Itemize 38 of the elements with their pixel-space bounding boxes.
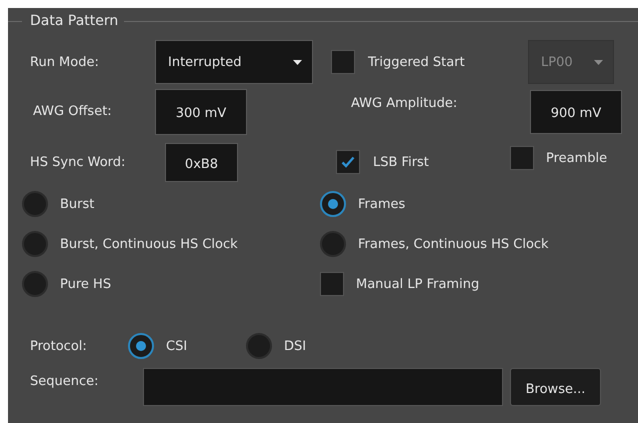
hs-sync-word-field[interactable]: 0xB8 xyxy=(165,142,238,182)
run-mode-dropdown[interactable]: Interrupted xyxy=(155,40,313,84)
checkbox[interactable] xyxy=(336,150,360,174)
radio-button[interactable] xyxy=(128,333,154,359)
check-icon xyxy=(341,156,355,168)
radio-button[interactable] xyxy=(22,231,48,257)
label: Burst, Continuous HS Clock xyxy=(60,236,238,252)
awg-amplitude-field[interactable]: 900 mV xyxy=(530,90,622,134)
label: Frames xyxy=(358,196,406,212)
radio-button[interactable] xyxy=(22,191,48,217)
label: HS Sync Word: xyxy=(30,154,126,170)
label: AWG Amplitude: xyxy=(351,96,458,111)
sequence-field[interactable] xyxy=(143,368,503,406)
label: CSI xyxy=(166,338,188,354)
label: Protocol: xyxy=(30,338,87,354)
group-title: Data Pattern xyxy=(29,13,120,29)
label: Sequence: xyxy=(30,374,99,389)
label: LSB First xyxy=(373,154,429,170)
label: Triggered Start xyxy=(368,54,465,70)
label: Manual LP Framing xyxy=(356,276,480,292)
awg-offset-field[interactable]: 300 mV xyxy=(155,88,247,134)
radio-button[interactable] xyxy=(22,271,48,297)
radio-button[interactable] xyxy=(320,191,346,217)
checkbox[interactable] xyxy=(510,146,534,170)
label: Pure HS xyxy=(60,276,112,292)
caret-icon xyxy=(594,60,603,64)
label: Frames, Continuous HS Clock xyxy=(358,236,549,252)
radio-button[interactable] xyxy=(246,333,272,359)
checkbox[interactable] xyxy=(320,272,344,296)
label: DSI xyxy=(284,338,306,354)
caret-icon xyxy=(293,60,302,64)
checkbox[interactable] xyxy=(331,50,355,74)
label: AWG Offset: xyxy=(33,104,112,119)
label: Run Mode: xyxy=(30,54,99,70)
radio-button[interactable] xyxy=(320,231,346,257)
label: Burst xyxy=(60,196,94,212)
browse-button[interactable]: Browse... xyxy=(510,368,601,406)
label: Preamble xyxy=(546,150,608,166)
